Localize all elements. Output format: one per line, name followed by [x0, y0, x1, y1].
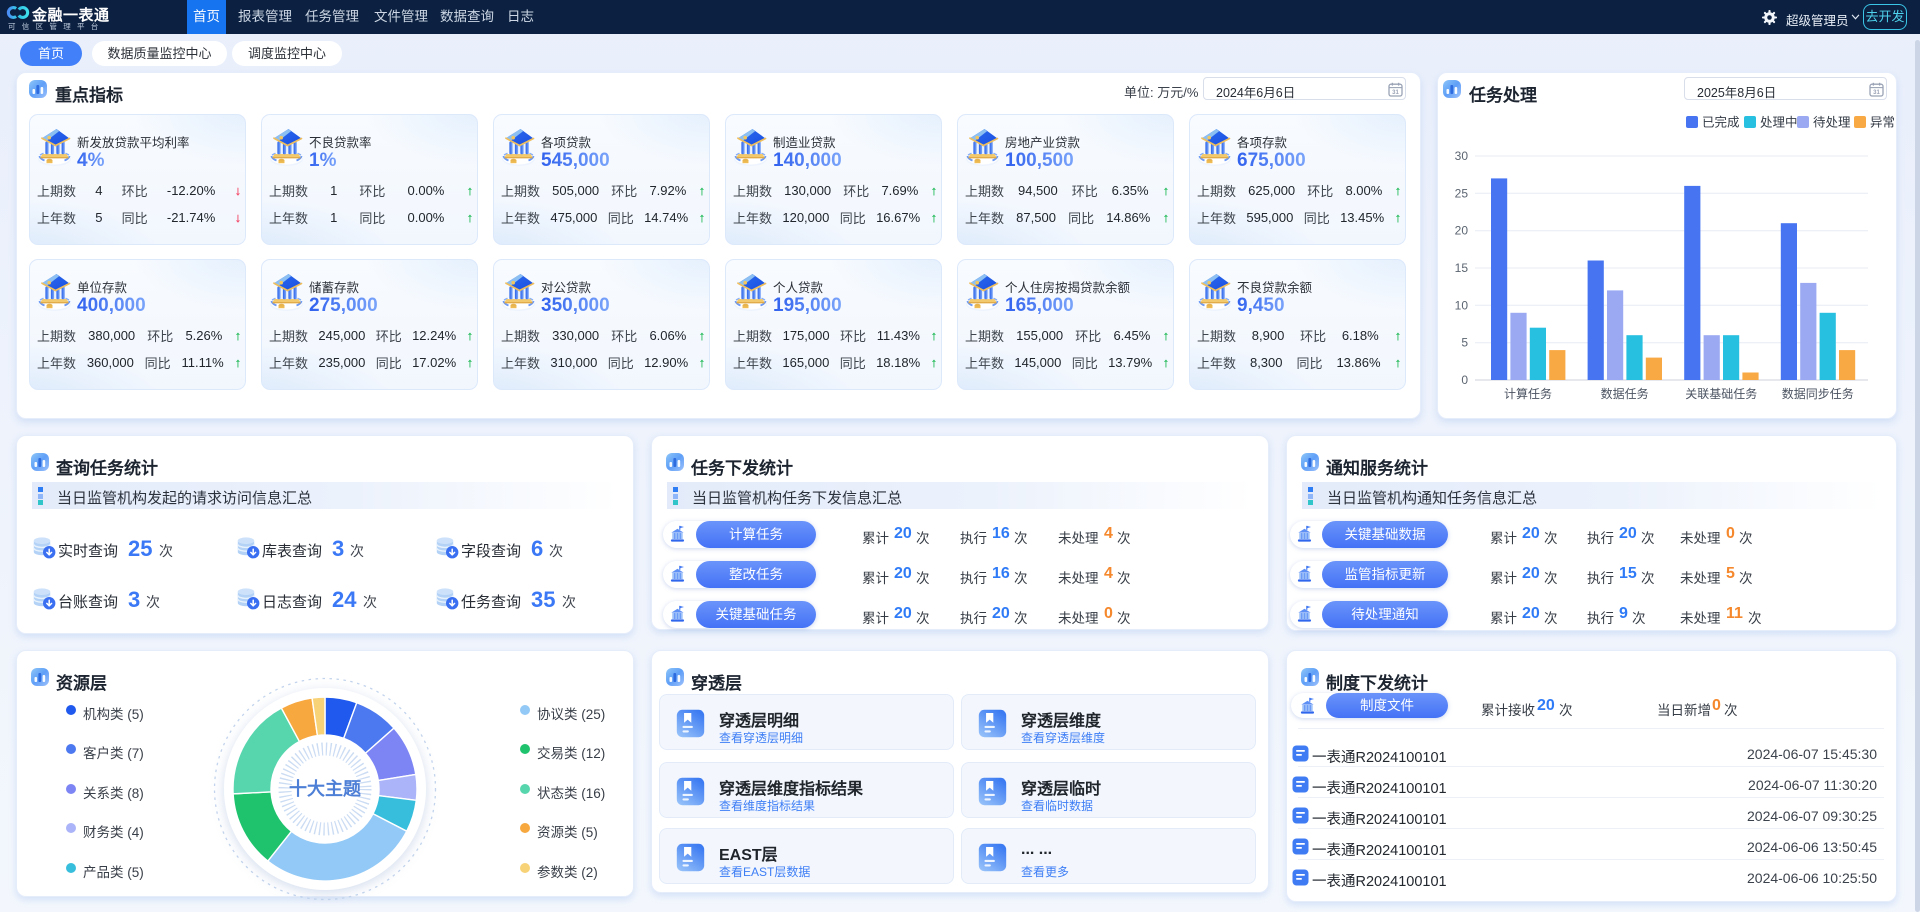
- svg-text:20: 20: [1455, 224, 1469, 238]
- svg-text:25: 25: [1455, 186, 1469, 200]
- svg-text:0: 0: [1461, 373, 1468, 387]
- svg-text:待处理: 待处理: [1813, 116, 1851, 130]
- svg-text:处理中: 处理中: [1760, 115, 1798, 130]
- svg-text:31: 31: [1392, 90, 1399, 96]
- svg-text:计算任务: 计算任务: [1504, 386, 1552, 401]
- svg-text:数据任务: 数据任务: [1601, 386, 1649, 401]
- svg-text:15: 15: [1455, 261, 1469, 275]
- svg-text:30: 30: [1455, 149, 1469, 163]
- svg-text:十大主题: 十大主题: [289, 778, 362, 799]
- svg-text:关联基础任务: 关联基础任务: [1685, 386, 1757, 401]
- svg-text:10: 10: [1455, 298, 1469, 312]
- svg-text:异常: 异常: [1870, 116, 1895, 130]
- svg-text:5: 5: [1461, 336, 1468, 350]
- svg-text:数据同步任务: 数据同步任务: [1782, 386, 1854, 401]
- svg-text:已完成: 已完成: [1702, 115, 1740, 130]
